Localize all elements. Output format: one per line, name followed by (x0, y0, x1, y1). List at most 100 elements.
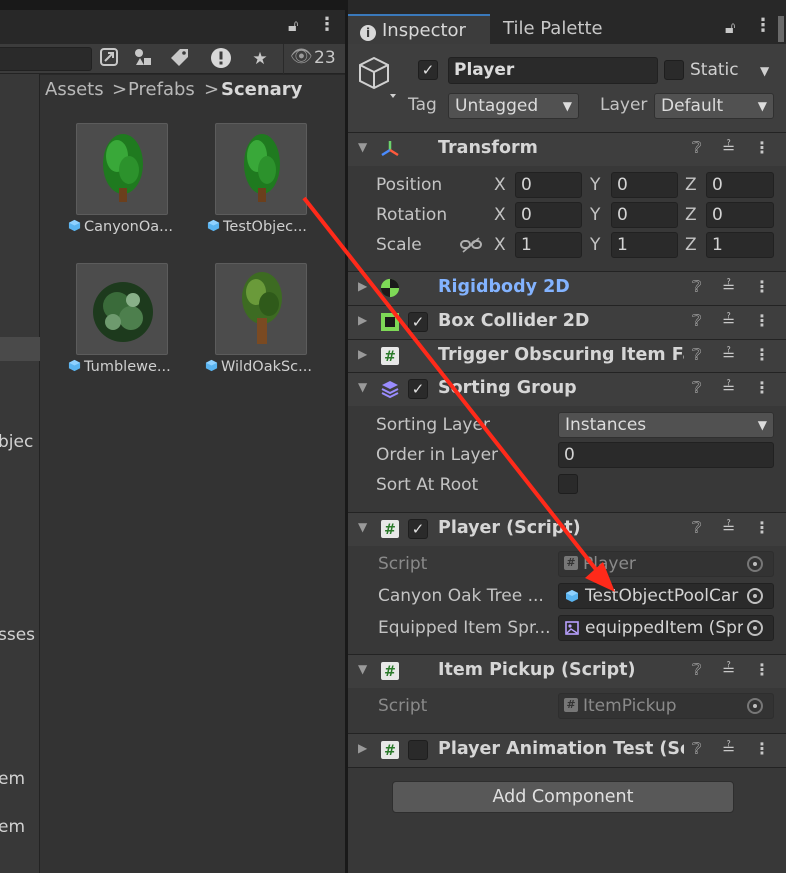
help-icon[interactable]: ❔︎ (692, 138, 702, 158)
add-component-button[interactable]: Add Component (392, 781, 734, 813)
sort-at-root-checkbox[interactable] (558, 474, 578, 494)
foldout-open-icon[interactable]: ▼ (358, 520, 367, 534)
lock-icon[interactable]: 🔓︎ (288, 16, 298, 36)
scale-x-field[interactable]: 1 (515, 232, 582, 258)
visibility-toggle[interactable]: 👁︎ 23 (283, 44, 345, 74)
preset-sliders-icon[interactable]: ≟ (722, 277, 735, 296)
foldout-open-icon[interactable]: ▼ (358, 380, 367, 394)
help-icon[interactable]: ❔︎ (692, 518, 702, 538)
gameobject-cube-icon[interactable] (358, 56, 398, 100)
position-y-field[interactable]: 0 (611, 172, 678, 198)
more-options-icon[interactable]: ⋮ (754, 15, 772, 36)
more-options-icon[interactable]: ⋮ (318, 14, 336, 35)
context-menu-icon[interactable]: ⋮ (754, 660, 770, 679)
static-checkbox[interactable] (664, 60, 684, 80)
warning-filter-icon[interactable] (207, 47, 235, 71)
tab-inspector[interactable]: i Inspector (348, 14, 490, 44)
sorting-group-header[interactable]: ▼ ✓ Sorting Group ❔︎ ≟ ⋮ (348, 373, 786, 406)
asset-item-test-object[interactable]: TestObjec... (179, 105, 307, 235)
component-enabled-checkbox[interactable]: ✓ (408, 312, 428, 332)
component-header-icons: ❔︎ ≟ ⋮ (692, 660, 772, 682)
context-menu-icon[interactable]: ⋮ (754, 311, 770, 330)
tab-tile-palette[interactable]: Tile Palette (491, 14, 641, 44)
foldout-open-icon[interactable]: ▼ (358, 140, 367, 154)
context-menu-icon[interactable]: ⋮ (754, 138, 770, 157)
preset-sliders-icon[interactable]: ≟ (722, 378, 735, 397)
search-input[interactable] (0, 47, 92, 71)
filter-by-label-icon[interactable] (166, 47, 194, 71)
position-z-field[interactable]: 0 (706, 172, 774, 198)
asset-item-canyon-oak[interactable]: CanyonOa... (40, 105, 173, 235)
object-picker-icon[interactable] (747, 620, 763, 636)
position-x-field[interactable]: 0 (515, 172, 582, 198)
hierarchy-selected-row[interactable] (0, 337, 40, 361)
help-icon[interactable]: ❔︎ (692, 378, 702, 398)
transform-header[interactable]: ▼ Transform ❔︎ ≟ ⋮ (348, 133, 786, 166)
asset-item-tumbleweed[interactable]: Tumblewe... (40, 245, 171, 375)
equipped-item-sprite-field[interactable]: equippedItem (Spri (558, 615, 774, 641)
hierarchy-item[interactable]: em (0, 817, 25, 837)
context-menu-icon[interactable]: ⋮ (754, 277, 770, 296)
context-menu-icon[interactable]: ⋮ (754, 345, 770, 364)
order-in-layer-field[interactable]: 0 (558, 442, 774, 468)
component-enabled-checkbox[interactable]: ✓ (408, 379, 428, 399)
help-icon[interactable]: ❔︎ (692, 311, 702, 331)
help-icon[interactable]: ❔︎ (692, 660, 702, 680)
rigidbody2d-header[interactable]: ▶ Rigidbody 2D ❔︎ ≟ ⋮ (348, 272, 786, 305)
preset-sliders-icon[interactable]: ≟ (722, 345, 735, 364)
item-pickup-header[interactable]: ▼ # Item Pickup (Script) ❔︎ ≟ ⋮ (348, 655, 786, 688)
foldout-closed-icon[interactable]: ▶ (358, 279, 367, 293)
preset-sliders-icon[interactable]: ≟ (722, 660, 735, 679)
layer-dropdown[interactable]: Default ▼ (654, 93, 774, 119)
boxcollider2d-header[interactable]: ▶ ✓ Box Collider 2D ❔︎ ≟ ⋮ (348, 306, 786, 339)
component-header-icons: ❔︎ ≟ ⋮ (692, 378, 772, 400)
hierarchy-item[interactable]: em (0, 769, 25, 789)
rotation-y-field[interactable]: 0 (611, 202, 678, 228)
scrollbar[interactable] (778, 16, 784, 42)
search-by-type-icon[interactable] (95, 47, 123, 71)
trigger-obscuring-header[interactable]: ▶ # Trigger Obscuring Item Fa ❔︎ ≟ ⋮ (348, 340, 786, 373)
help-icon[interactable]: ❔︎ (692, 739, 702, 759)
breadcrumb-prefabs[interactable]: Prefabs (128, 79, 195, 100)
context-menu-icon[interactable]: ⋮ (754, 739, 770, 758)
breadcrumb-separator: > (112, 79, 128, 100)
component-enabled-checkbox[interactable]: ✓ (408, 519, 428, 539)
help-icon[interactable]: ❔︎ (692, 277, 702, 297)
preset-sliders-icon[interactable]: ≟ (722, 739, 735, 758)
constrain-proportions-link-icon[interactable] (460, 236, 482, 254)
breadcrumb-current[interactable]: Scenary (221, 79, 302, 100)
foldout-open-icon[interactable]: ▼ (358, 662, 367, 676)
scale-y-field[interactable]: 1 (611, 232, 678, 258)
lock-icon[interactable]: 🔓︎ (725, 18, 735, 38)
chevron-down-icon[interactable]: ▼ (760, 64, 769, 78)
breadcrumb-separator: > (204, 79, 220, 100)
context-menu-icon[interactable]: ⋮ (754, 378, 770, 397)
preset-sliders-icon[interactable]: ≟ (722, 138, 735, 157)
player-script-header[interactable]: ▼ # ✓ Player (Script) ❔︎ ≟ ⋮ (348, 513, 786, 546)
canyon-oak-tree-field[interactable]: TestObjectPoolCar (558, 583, 774, 609)
breadcrumb-assets[interactable]: Assets (45, 79, 104, 100)
scale-z-field[interactable]: 1 (706, 232, 774, 258)
hierarchy-item[interactable]: sses (0, 625, 35, 645)
tag-dropdown[interactable]: Untagged ▼ (448, 93, 579, 119)
help-icon[interactable]: ❔︎ (692, 345, 702, 365)
preset-sliders-icon[interactable]: ≟ (722, 518, 735, 537)
filter-by-type-icon[interactable] (129, 47, 157, 71)
foldout-closed-icon[interactable]: ▶ (358, 313, 367, 327)
preset-sliders-icon[interactable]: ≟ (722, 311, 735, 330)
hierarchy-item[interactable]: bjec (0, 432, 33, 452)
eye-icon: 👁︎ (290, 46, 313, 67)
object-name-field[interactable]: Player (448, 57, 658, 84)
context-menu-icon[interactable]: ⋮ (754, 518, 770, 537)
object-picker-icon[interactable] (747, 588, 763, 604)
foldout-closed-icon[interactable]: ▶ (358, 741, 367, 755)
active-checkbox[interactable]: ✓ (418, 60, 438, 80)
sorting-layer-dropdown[interactable]: Instances ▼ (558, 412, 774, 438)
favorites-star-icon[interactable]: ★ (246, 47, 274, 71)
rotation-z-field[interactable]: 0 (706, 202, 774, 228)
rotation-x-field[interactable]: 0 (515, 202, 582, 228)
asset-item-wild-oak[interactable]: WildOakSc... (179, 245, 312, 375)
component-enabled-checkbox[interactable] (408, 740, 428, 760)
foldout-closed-icon[interactable]: ▶ (358, 347, 367, 361)
player-animation-test-header[interactable]: ▶ # Player Animation Test (Scr ❔︎ ≟ ⋮ (348, 734, 786, 767)
